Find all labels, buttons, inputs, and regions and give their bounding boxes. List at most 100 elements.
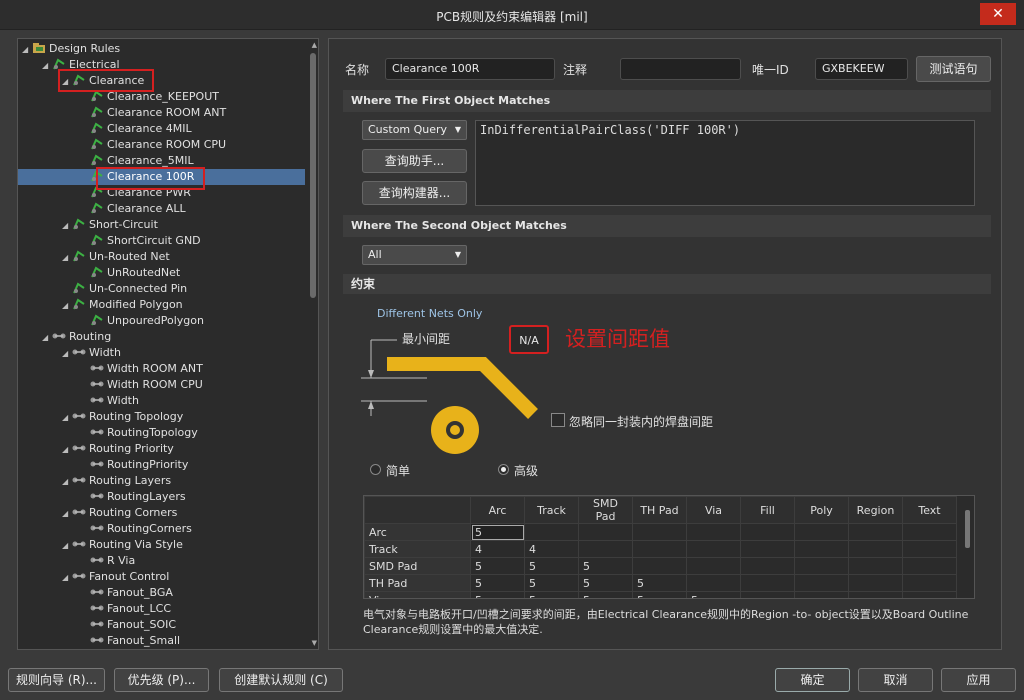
matrix-cell[interactable]: 5 <box>578 591 633 598</box>
second-match-type-select[interactable]: All ▼ <box>362 245 467 265</box>
expand-arrow-icon[interactable]: ◢ <box>62 570 72 586</box>
tree-item[interactable]: Width ROOM ANT <box>80 361 203 377</box>
tree-item[interactable]: ◢ Width <box>62 345 121 361</box>
tree-item[interactable]: Width ROOM CPU <box>80 377 203 393</box>
tree-item[interactable]: Clearance 4MIL <box>80 121 192 137</box>
mode-simple-radio[interactable] <box>370 464 381 475</box>
unique-id-field[interactable]: GXBEKEEW <box>815 58 908 80</box>
create-default-rules-button[interactable]: 创建默认规则 (C) <box>219 668 343 692</box>
expand-arrow-icon[interactable]: ◢ <box>42 330 52 346</box>
min-clearance-field[interactable]: N/A <box>509 325 549 354</box>
matrix-cell[interactable]: 5 <box>524 591 579 598</box>
matrix-cell[interactable]: 5 <box>470 591 525 598</box>
second-match-type-value: All <box>368 248 382 261</box>
tree-item[interactable]: ◢ Routing Priority <box>62 441 174 457</box>
query-editor[interactable]: InDifferentialPairClass('DIFF 100R') <box>475 120 975 206</box>
matrix-cell[interactable]: 5 <box>632 591 687 598</box>
tree-item[interactable]: Fanout_SOIC <box>80 617 176 633</box>
expand-arrow-icon[interactable]: ◢ <box>62 410 72 426</box>
chevron-down-icon: ▼ <box>454 250 461 259</box>
priority-button[interactable]: 优先级 (P)... <box>114 668 209 692</box>
expand-arrow-icon[interactable]: ◢ <box>62 538 72 554</box>
matrix-cell[interactable]: 5 <box>470 523 525 541</box>
matrix-cell-empty <box>686 523 741 541</box>
tree-item[interactable]: ◢ Routing <box>42 329 111 345</box>
expand-arrow-icon[interactable]: ◢ <box>62 218 72 234</box>
tree-item[interactable]: ◢ Routing Via Style <box>62 537 183 553</box>
tree-scrollbar[interactable] <box>310 53 316 298</box>
tree-item[interactable]: ◢ Routing Layers <box>62 473 171 489</box>
matrix-cell[interactable]: 5 <box>470 557 525 575</box>
tree-item[interactable]: RoutingTopology <box>80 425 198 441</box>
expand-arrow-icon[interactable]: ◢ <box>62 298 72 314</box>
matrix-cell[interactable]: 5 <box>632 574 687 592</box>
tree-item-label: Width ROOM CPU <box>107 378 203 391</box>
tree-item[interactable]: Clearance ROOM CPU <box>80 137 226 153</box>
tree-item[interactable]: UnpouredPolygon <box>80 313 204 329</box>
constraints-header: 约束 <box>343 274 991 294</box>
tree-item[interactable]: Width <box>80 393 139 409</box>
matrix-scrollbar[interactable] <box>965 510 970 548</box>
tree-item-label: Routing Topology <box>89 410 184 423</box>
matrix-cell[interactable]: 5 <box>578 557 633 575</box>
tree-item[interactable]: ◢ Un-Routed Net <box>62 249 170 265</box>
tree-item-label: RoutingLayers <box>107 490 186 503</box>
mode-advanced-radio[interactable] <box>498 464 509 475</box>
tree-item[interactable]: ◢ Fanout Control <box>62 569 169 585</box>
name-field[interactable]: Clearance 100R <box>385 58 555 80</box>
tree-item[interactable]: ShortCircuit GND <box>80 233 201 249</box>
first-match-type-select[interactable]: Custom Query ▼ <box>362 120 467 140</box>
routing-rule-icon <box>90 618 104 630</box>
matrix-cell[interactable]: 4 <box>470 540 525 558</box>
apply-button[interactable]: 应用 <box>941 668 1016 692</box>
scroll-down-arrow-icon[interactable]: ▼ <box>312 639 317 647</box>
expand-arrow-icon[interactable]: ◢ <box>62 442 72 458</box>
ok-button[interactable]: 确定 <box>775 668 850 692</box>
query-helper-button[interactable]: 查询助手... <box>362 149 467 173</box>
tree-item[interactable]: RoutingLayers <box>80 489 186 505</box>
routing-rule-icon <box>90 426 104 438</box>
cancel-button[interactable]: 取消 <box>858 668 933 692</box>
matrix-cell-empty <box>902 574 957 592</box>
expand-arrow-icon[interactable]: ◢ <box>62 474 72 490</box>
tree-item[interactable]: Fanout_LCC <box>80 601 171 617</box>
tree-item[interactable]: ◢ Routing Topology <box>62 409 183 425</box>
tree-item[interactable]: Fanout_Small <box>80 633 180 649</box>
matrix-cell[interactable]: 5 <box>470 574 525 592</box>
tree-item[interactable]: R Via <box>80 553 135 569</box>
matrix-cell[interactable]: 5 <box>524 557 579 575</box>
tree-item[interactable]: UnRoutedNet <box>80 265 180 281</box>
tree-item[interactable]: ◢ Modified Polygon <box>62 297 183 313</box>
expand-arrow-icon[interactable]: ◢ <box>62 250 72 266</box>
matrix-cell[interactable]: 5 <box>524 574 579 592</box>
tree-item[interactable]: ◢ Design Rules <box>22 41 120 57</box>
tree-item[interactable]: ◢ Routing Corners <box>62 505 177 521</box>
expand-arrow-icon[interactable]: ◢ <box>22 42 32 58</box>
matrix-cell[interactable]: 5 <box>578 574 633 592</box>
matrix-cell[interactable]: 4 <box>524 540 579 558</box>
comment-field[interactable] <box>620 58 741 80</box>
query-builder-button[interactable]: 查询构建器... <box>362 181 467 205</box>
rule-wizard-button[interactable]: 规则向导 (R)... <box>8 668 105 692</box>
tree-item[interactable]: RoutingPriority <box>80 457 188 473</box>
tree-item[interactable]: Clearance ALL <box>80 201 186 217</box>
close-button[interactable]: ✕ <box>980 3 1016 25</box>
tree-item[interactable]: Un-Connected Pin <box>62 281 187 297</box>
tree-item-label: UnRoutedNet <box>107 266 181 279</box>
tree-item-label: Clearance ROOM CPU <box>107 138 227 151</box>
expand-arrow-icon[interactable]: ◢ <box>62 506 72 522</box>
ignore-pads-checkbox[interactable] <box>551 413 565 427</box>
tree-item[interactable]: Fanout_BGA <box>80 585 173 601</box>
clearance-matrix[interactable]: Arc Track SMD Pad TH Pad Via Fill Poly Region Te… <box>363 495 975 599</box>
tree-item[interactable]: ◢ Short-Circuit <box>62 217 158 233</box>
tree-item-label: Routing Layers <box>89 474 172 487</box>
expand-arrow-icon[interactable]: ◢ <box>42 58 52 74</box>
matrix-cell[interactable]: 5 <box>686 591 741 598</box>
rules-tree[interactable]: ◢ Design Rules ◢ Electrical ◢ Clearance Cleara… <box>17 38 319 650</box>
scroll-up-arrow-icon[interactable]: ▲ <box>312 41 317 49</box>
expand-arrow-icon[interactable]: ◢ <box>62 346 72 362</box>
tree-item[interactable]: Clearance ROOM ANT <box>80 105 226 121</box>
routing-icon <box>72 506 86 518</box>
tree-item[interactable]: RoutingCorners <box>80 521 192 537</box>
test-query-button[interactable]: 测试语句 <box>916 56 991 82</box>
